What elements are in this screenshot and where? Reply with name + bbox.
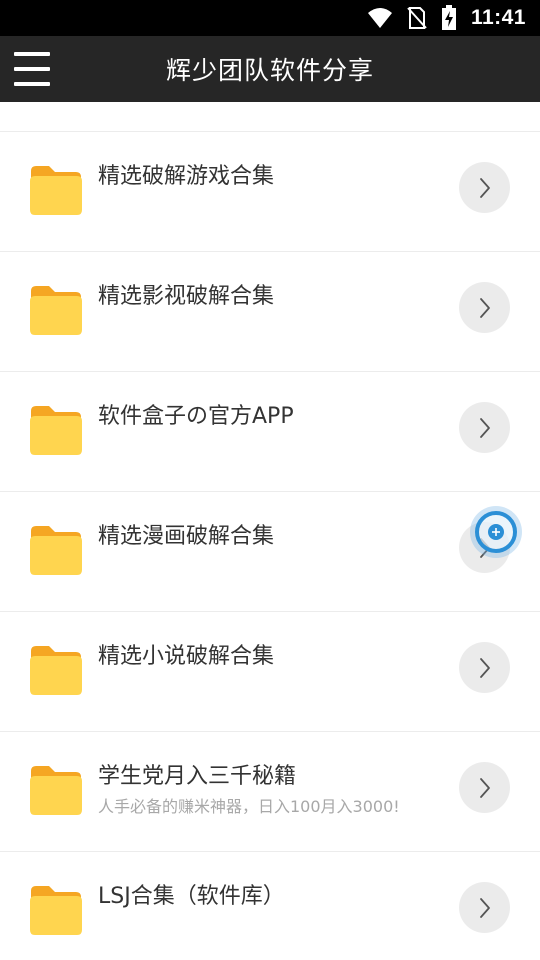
list-item[interactable]: LSJ合集（软件库） bbox=[0, 852, 540, 960]
folder-icon bbox=[29, 885, 83, 935]
hamburger-menu-icon[interactable] bbox=[14, 52, 50, 86]
folder-icon bbox=[29, 525, 83, 575]
list-item[interactable]: 精选漫画破解合集 bbox=[0, 492, 540, 612]
battery-charging-icon bbox=[441, 5, 457, 31]
list-item[interactable]: 软件盒子の官方APP bbox=[0, 372, 540, 492]
folder-icon bbox=[29, 765, 83, 815]
app-title: 辉少团队软件分享 bbox=[165, 56, 374, 85]
list-item[interactable]: 精选小说破解合集 bbox=[0, 612, 540, 732]
item-title: LSJ合集（软件库） bbox=[98, 884, 285, 909]
chevron-right-icon[interactable] bbox=[459, 162, 510, 213]
assistive-touch-icon[interactable] bbox=[470, 506, 522, 558]
chevron-right-icon[interactable] bbox=[459, 402, 510, 453]
folder-icon bbox=[29, 645, 83, 695]
status-bar: 11:41 bbox=[0, 0, 540, 36]
list-item[interactable]: 精选影视破解合集 bbox=[0, 252, 540, 372]
list-item[interactable]: 精选破解游戏合集 bbox=[0, 132, 540, 252]
folder-icon bbox=[29, 405, 83, 455]
no-sim-icon bbox=[407, 6, 427, 30]
item-subtitle: 人手必备的赚米神器，日入100月入3000! bbox=[98, 797, 400, 816]
wifi-icon bbox=[367, 7, 393, 29]
status-time: 11:41 bbox=[470, 6, 526, 29]
list-item[interactable]: 学生党月入三千秘籍人手必备的赚米神器，日入100月入3000! bbox=[0, 732, 540, 852]
chevron-right-icon[interactable] bbox=[459, 762, 510, 813]
list-top-spacer bbox=[0, 102, 540, 132]
item-title: 学生党月入三千秘籍 bbox=[98, 764, 297, 789]
chevron-right-icon[interactable] bbox=[459, 642, 510, 693]
item-title: 精选小说破解合集 bbox=[98, 644, 275, 669]
chevron-right-icon[interactable] bbox=[459, 282, 510, 333]
app-bar: 辉少团队软件分享 bbox=[0, 36, 540, 102]
item-title: 软件盒子の官方APP bbox=[98, 404, 294, 429]
category-list: 精选破解游戏合集 精选影视破解合集 软件盒子の官方APP 精选漫画破解合集 精选小说破解… bbox=[0, 102, 540, 960]
chevron-right-icon[interactable] bbox=[459, 882, 510, 933]
item-title: 精选漫画破解合集 bbox=[98, 524, 275, 549]
folder-icon bbox=[29, 285, 83, 335]
folder-icon bbox=[29, 165, 83, 215]
item-title: 精选破解游戏合集 bbox=[98, 164, 275, 189]
item-title: 精选影视破解合集 bbox=[98, 284, 275, 309]
